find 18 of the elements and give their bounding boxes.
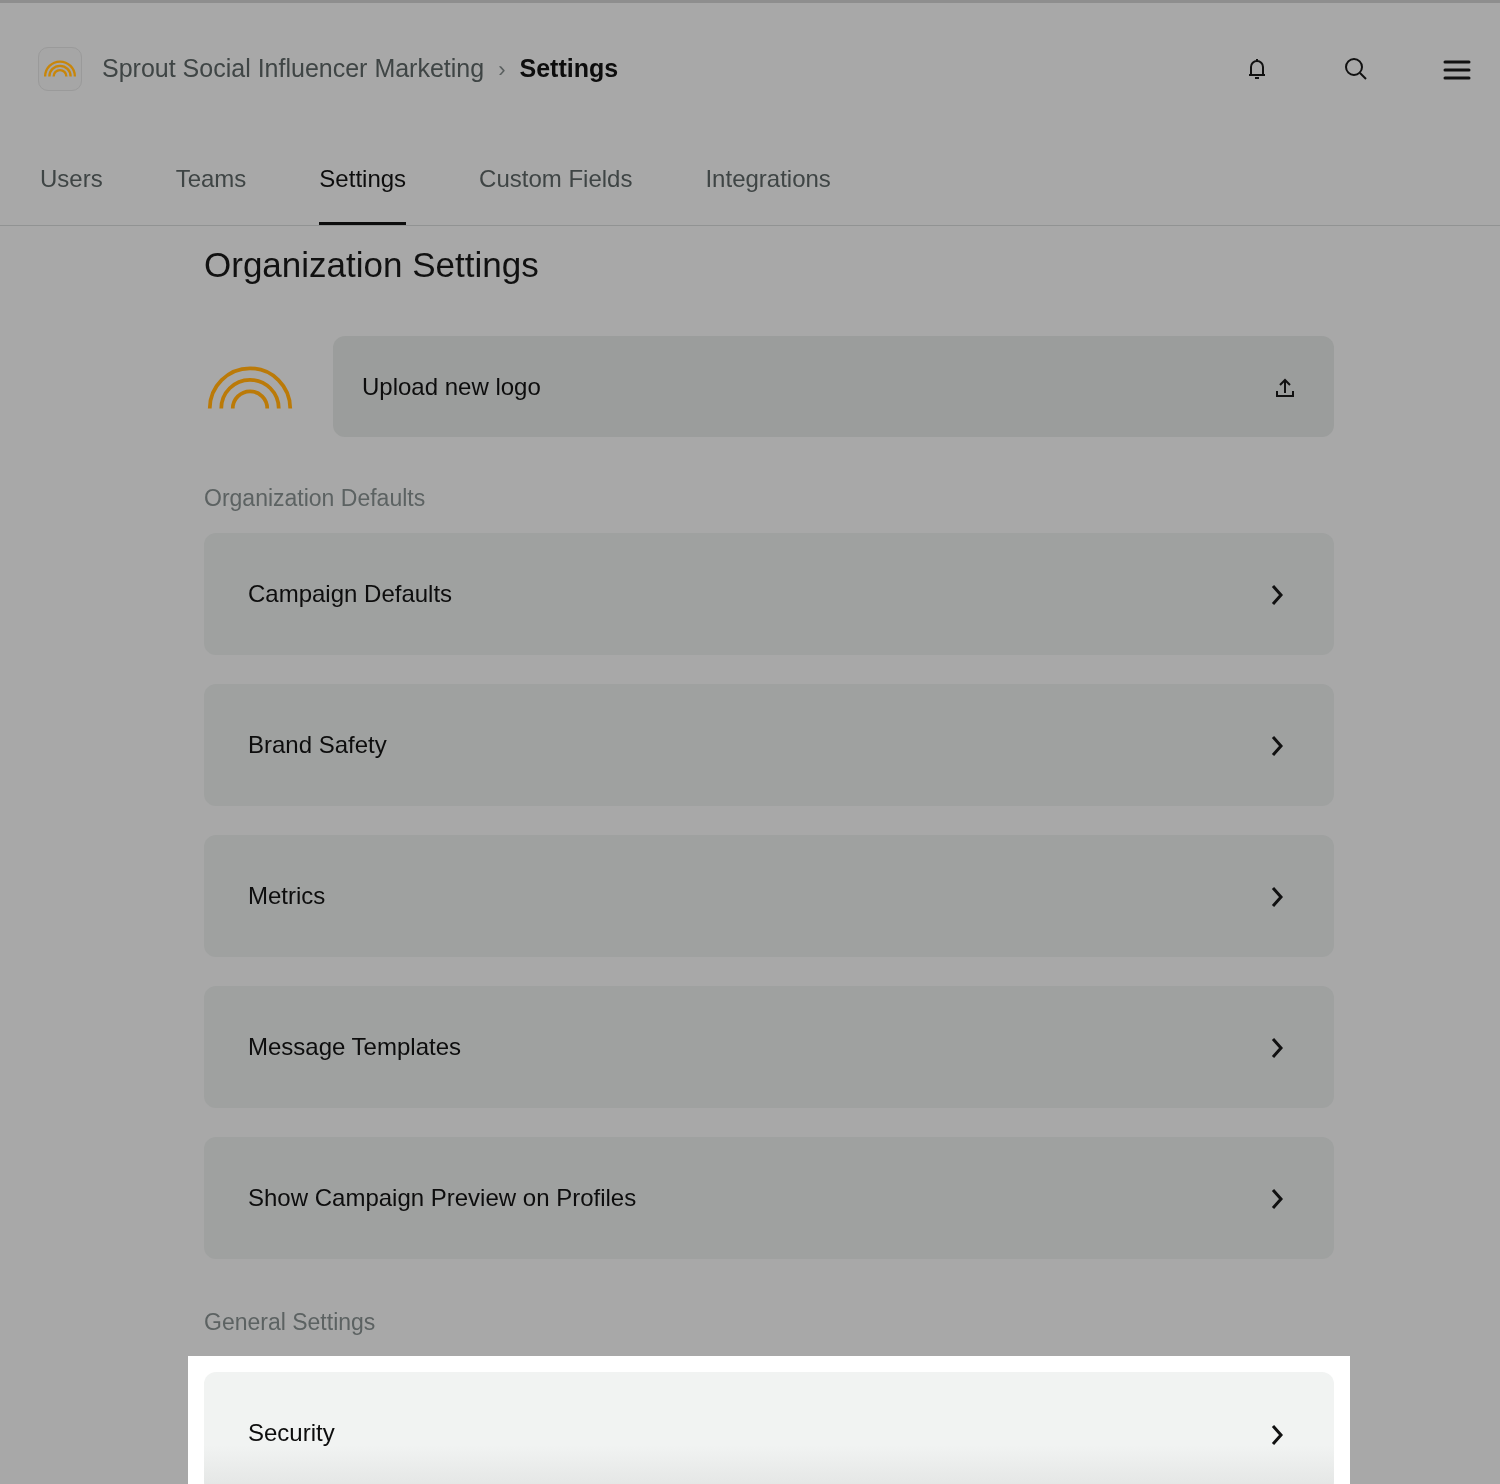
tab[interactable]: Integrations	[705, 135, 831, 225]
settings-row[interactable]: Show Campaign Preview on Profiles	[204, 1136, 1334, 1259]
breadcrumb-separator: ›	[498, 55, 506, 84]
breadcrumb-link[interactable]: Sprout Social Influencer Marketing	[102, 50, 485, 88]
page-title: Organization Settings	[204, 244, 540, 286]
upload-logo-button[interactable]: Upload new logo	[333, 336, 1334, 437]
tab[interactable]: Teams	[175, 135, 247, 225]
tab[interactable]: Settings	[319, 135, 407, 225]
section-heading: Organization Defaults	[204, 484, 427, 513]
section-heading: General Settings	[204, 1307, 377, 1337]
settings-row[interactable]: Metrics	[204, 834, 1334, 957]
tab[interactable]: Custom Fields	[479, 135, 633, 225]
settings-row[interactable]: Campaign Defaults	[204, 532, 1334, 655]
settings-row[interactable]: Message Templates	[204, 985, 1334, 1108]
breadcrumb-current: Settings	[519, 53, 619, 85]
settings-row[interactable]: Brand Safety	[204, 683, 1334, 806]
tab[interactable]: Users	[40, 135, 103, 225]
settings-row[interactable]: Security	[204, 1372, 1334, 1484]
